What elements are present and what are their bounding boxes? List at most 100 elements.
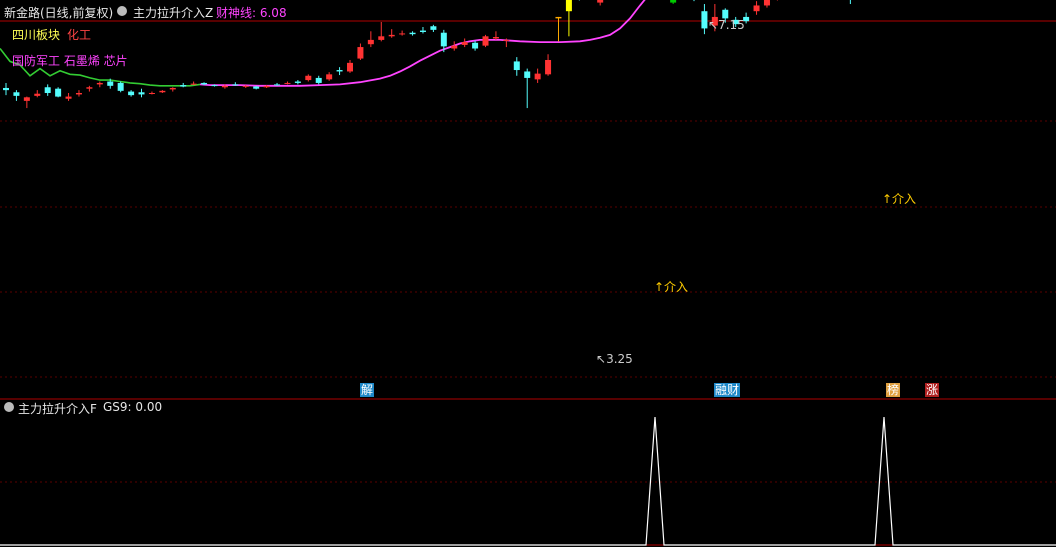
candle-body — [472, 42, 479, 49]
entry-annotation-2: ↑介入 — [882, 192, 917, 206]
candle — [347, 59, 353, 73]
candle — [336, 67, 343, 76]
line-label: 财神线: 6.08 — [216, 6, 287, 20]
candle-body — [23, 97, 30, 101]
candle — [23, 96, 30, 109]
candle — [284, 81, 291, 85]
candle — [44, 84, 51, 96]
dropdown-circle-icon[interactable] — [117, 6, 127, 16]
candle — [524, 68, 531, 109]
candle-body — [440, 32, 447, 47]
low-value: 3.25 — [606, 352, 633, 366]
industry-label: 化工 — [67, 28, 92, 42]
event-marker-2[interactable]: 融财 — [714, 383, 741, 397]
candle — [128, 90, 135, 97]
candle-body — [34, 93, 41, 96]
candle-body — [138, 92, 145, 95]
candle-body — [180, 85, 187, 87]
candle — [117, 81, 124, 93]
header: 新金路(日线,前复权) 主力拉升介入Z 财神线: 6.08 — [0, 0, 1056, 22]
candle-body — [201, 82, 208, 85]
candle — [492, 31, 499, 40]
candle-body — [159, 90, 166, 93]
low-annotation: ↖3.25 — [596, 352, 633, 366]
candle-body — [128, 91, 135, 96]
candle-body — [221, 85, 228, 88]
candle-body — [75, 92, 82, 95]
candle-body — [482, 36, 489, 46]
candle-body — [294, 81, 301, 83]
candle — [545, 54, 552, 76]
candle — [169, 87, 176, 92]
arrow-icon: ↖ — [596, 352, 607, 366]
event-marker-1[interactable]: 解 — [360, 383, 375, 397]
candle-body — [409, 32, 416, 35]
candle — [409, 31, 416, 36]
arrow-icon: ↖ — [708, 18, 719, 32]
candle — [159, 90, 166, 93]
candle — [357, 43, 364, 60]
sub-indicator-chart — [0, 416, 1056, 546]
candle — [399, 30, 406, 36]
candle-body — [86, 87, 93, 89]
candle — [482, 34, 489, 48]
candle-body — [3, 87, 9, 91]
candle-body — [336, 70, 343, 72]
candle — [378, 21, 385, 42]
candle-body — [13, 92, 20, 96]
candle — [388, 29, 395, 38]
candle — [513, 57, 520, 76]
candle — [65, 92, 72, 101]
candle-body — [357, 47, 364, 59]
high-value: 7.15 — [718, 18, 745, 32]
candle-body — [190, 83, 197, 85]
candle — [3, 82, 9, 96]
candle — [75, 90, 82, 97]
candle-body — [211, 85, 218, 87]
candle-body — [524, 71, 531, 78]
candle — [419, 26, 426, 34]
candle — [148, 91, 155, 95]
candle-body — [388, 34, 395, 37]
candle-body — [419, 30, 426, 33]
candle — [326, 72, 333, 81]
candle — [472, 40, 479, 51]
grid-lines — [0, 20, 1056, 546]
event-marker-3[interactable]: 榜 — [886, 383, 901, 397]
indicator-name: 主力拉升介入Z — [133, 6, 214, 20]
candlestick-chart[interactable] — [0, 0, 1056, 547]
candle-body — [65, 96, 72, 99]
candle-body — [117, 82, 124, 91]
candle-body — [305, 75, 312, 81]
candle — [534, 68, 541, 83]
candle — [86, 85, 93, 92]
candle-body — [253, 86, 260, 89]
candle — [315, 75, 322, 85]
high-annotation: ↖7.15 — [708, 18, 745, 32]
candle-body — [492, 37, 499, 39]
candle — [430, 24, 437, 33]
candle-body — [503, 39, 510, 41]
candle — [34, 90, 41, 98]
entry-annotation-1: ↑介入 — [654, 280, 689, 294]
concepts-label: 国防军工 石墨烯 芯片 — [12, 54, 128, 68]
candle-body — [55, 88, 62, 97]
candle-body — [367, 39, 374, 45]
candle — [294, 80, 301, 85]
candle-body — [242, 85, 249, 87]
dropdown-circle-icon[interactable] — [4, 402, 14, 412]
candle — [461, 38, 468, 48]
candle-body — [513, 61, 520, 71]
candle-body — [451, 45, 458, 49]
candle — [96, 81, 103, 88]
candle — [55, 87, 62, 98]
candle-body — [148, 92, 155, 94]
sub-panel-value: GS9: 0.00 — [103, 400, 163, 414]
event-marker-4[interactable]: 涨 — [925, 383, 940, 397]
candle-body — [274, 84, 281, 86]
candle — [138, 88, 145, 98]
candle-body — [232, 84, 239, 86]
candle-body — [284, 82, 291, 84]
sub-indicator-line — [0, 416, 1056, 546]
candle — [190, 81, 197, 86]
